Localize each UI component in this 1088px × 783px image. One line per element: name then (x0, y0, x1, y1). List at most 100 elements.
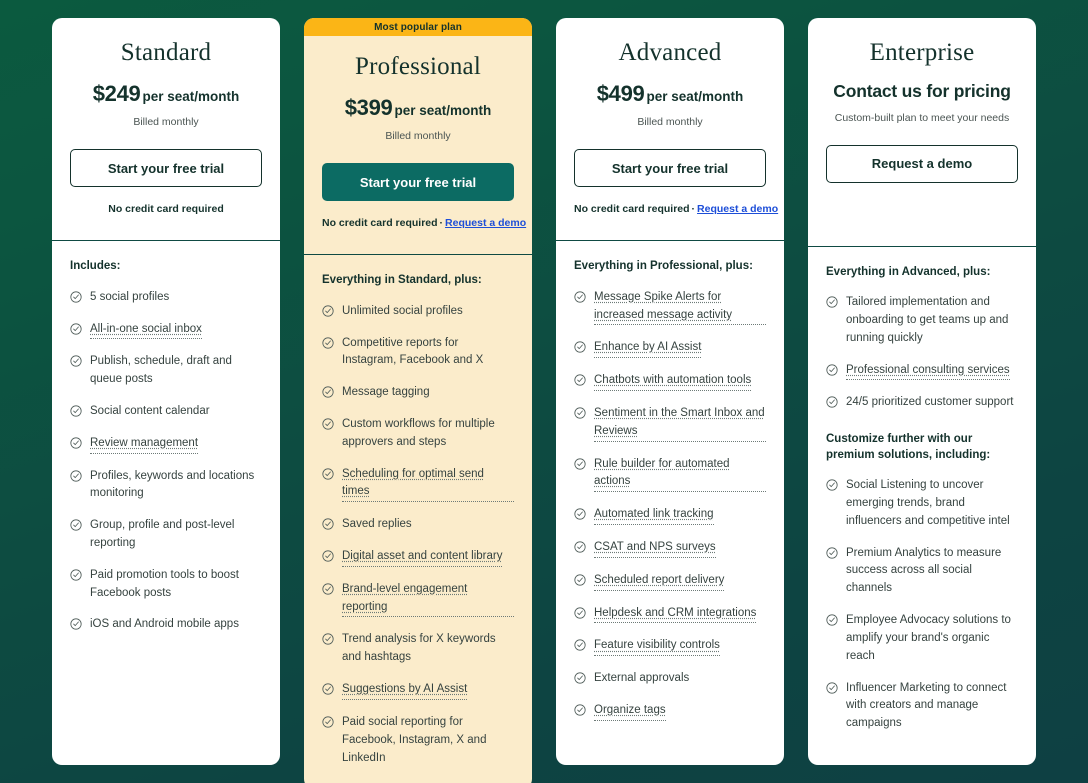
feature-label[interactable]: Review management (90, 435, 198, 454)
header-spacer (556, 215, 784, 240)
cta-wrapper: Start your free trial (322, 163, 514, 201)
feature-label: Competitive reports for Instagram, Faceb… (342, 335, 514, 371)
feature-label[interactable]: Helpdesk and CRM integrations (594, 605, 756, 624)
feature-item: Custom workflows for multiple approvers … (322, 416, 514, 452)
feature-item[interactable]: Brand-level engagement reporting (322, 581, 514, 618)
feature-label: Message tagging (342, 384, 430, 402)
feature-label[interactable]: Organize tags (594, 702, 666, 721)
request-demo-link[interactable]: Request a demo (445, 217, 526, 229)
check-circle-icon (574, 672, 586, 684)
feature-label[interactable]: Feature visibility controls (594, 637, 720, 656)
feature-label[interactable]: Professional consulting services (846, 362, 1010, 381)
check-circle-icon (574, 458, 586, 470)
feature-item: Competitive reports for Instagram, Faceb… (322, 335, 514, 371)
feature-item[interactable]: Chatbots with automation tools (574, 372, 766, 391)
features-section: Everything in Professional, plus: Message… (556, 241, 784, 765)
check-circle-icon (322, 583, 334, 595)
billing-note: Billed monthly (322, 130, 514, 142)
plan-card-standard: Standard $249 per seat/month Billed monthly… (52, 18, 280, 765)
cta-button-enterprise[interactable]: Request a demo (826, 145, 1018, 183)
feature-item[interactable]: Scheduling for optimal send times (322, 466, 514, 503)
feature-label: 5 social profiles (90, 289, 169, 307)
check-circle-icon (322, 716, 334, 728)
feature-label[interactable]: Scheduled report delivery (594, 572, 724, 591)
feature-label[interactable]: Enhance by AI Assist (594, 339, 701, 358)
check-circle-icon (574, 607, 586, 619)
feature-item[interactable]: CSAT and NPS surveys (574, 539, 766, 558)
features-title: Includes: (70, 259, 262, 275)
check-circle-icon (70, 569, 82, 581)
check-circle-icon (322, 418, 334, 430)
feature-item: Group, profile and post-level reporting (70, 517, 262, 553)
feature-item: Social content calendar (70, 403, 262, 421)
plan-name: Advanced (574, 38, 766, 68)
check-circle-icon (322, 305, 334, 317)
footnote-text: No credit card required (108, 203, 224, 215)
check-circle-icon (574, 374, 586, 386)
feature-item[interactable]: Feature visibility controls (574, 637, 766, 656)
feature-label[interactable]: Automated link tracking (594, 506, 714, 525)
feature-label[interactable]: Chatbots with automation tools (594, 372, 751, 391)
plan-card-professional: Most popular plan Professional $399 per sea… (304, 18, 532, 783)
feature-item[interactable]: Scheduled report delivery (574, 572, 766, 591)
feature-item[interactable]: Organize tags (574, 702, 766, 721)
feature-label: Publish, schedule, draft and queue posts (90, 353, 262, 389)
request-demo-link[interactable]: Request a demo (697, 203, 778, 215)
feature-label[interactable]: CSAT and NPS surveys (594, 539, 716, 558)
feature-item[interactable]: Message Spike Alerts for increased messa… (574, 289, 766, 326)
header-spacer (808, 183, 1036, 246)
feature-label[interactable]: Brand-level engagement reporting (342, 581, 514, 618)
check-circle-icon (70, 355, 82, 367)
feature-label: Premium Analytics to measure success acr… (846, 545, 1018, 598)
cta-wrapper: Start your free trial (574, 149, 766, 187)
feature-label: Saved replies (342, 516, 412, 534)
check-circle-icon (826, 479, 838, 491)
feature-item[interactable]: Helpdesk and CRM integrations (574, 605, 766, 624)
plan-price: $499 per seat/month (574, 82, 766, 106)
feature-item[interactable]: Sentiment in the Smart Inbox and Reviews (574, 405, 766, 442)
check-circle-icon (574, 541, 586, 553)
check-circle-icon (826, 296, 838, 308)
feature-label: Unlimited social profiles (342, 303, 463, 321)
feature-label: Tailored implementation and onboarding t… (846, 294, 1018, 347)
feature-label[interactable]: Scheduling for optimal send times (342, 466, 514, 503)
feature-item[interactable]: Review management (70, 435, 262, 454)
plan-price: $399 per seat/month (322, 96, 514, 120)
plan-price: Contact us for pricing (826, 82, 1018, 102)
feature-item[interactable]: Rule builder for automated actions (574, 456, 766, 493)
cta-button-standard[interactable]: Start your free trial (70, 149, 262, 187)
check-circle-icon (322, 683, 334, 695)
features-title: Everything in Professional, plus: (574, 259, 766, 275)
feature-item: Paid social reporting for Facebook, Inst… (322, 714, 514, 767)
check-circle-icon (574, 704, 586, 716)
feature-label: External approvals (594, 670, 689, 688)
feature-label[interactable]: Rule builder for automated actions (594, 456, 766, 493)
feature-label: Paid promotion tools to boost Facebook p… (90, 567, 262, 603)
feature-label[interactable]: All-in-one social inbox (90, 321, 202, 340)
feature-item: Social Listening to uncover emerging tre… (826, 477, 1018, 530)
feature-item[interactable]: Enhance by AI Assist (574, 339, 766, 358)
feature-item: Saved replies (322, 516, 514, 534)
header-spacer (52, 215, 280, 240)
pricing-plans-grid: Standard $249 per seat/month Billed monthly… (52, 18, 1036, 783)
feature-label: Influencer Marketing to connect with cre… (846, 680, 1018, 733)
feature-label[interactable]: Message Spike Alerts for increased messa… (594, 289, 766, 326)
feature-item: Influencer Marketing to connect with cre… (826, 680, 1018, 733)
feature-item[interactable]: All-in-one social inbox (70, 321, 262, 340)
plan-name: Enterprise (826, 38, 1018, 68)
feature-label[interactable]: Sentiment in the Smart Inbox and Reviews (594, 405, 766, 442)
plan-price: $249 per seat/month (70, 82, 262, 106)
feature-label: Trend analysis for X keywords and hashta… (342, 631, 514, 667)
feature-item[interactable]: Professional consulting services (826, 362, 1018, 381)
feature-label[interactable]: Digital asset and content library (342, 548, 502, 567)
check-circle-icon (70, 519, 82, 531)
feature-item[interactable]: Automated link tracking (574, 506, 766, 525)
feature-item[interactable]: Suggestions by AI Assist (322, 681, 514, 700)
plan-header: Enterprise Contact us for pricing Custom-b… (808, 18, 1036, 183)
feature-label: Employee Advocacy solutions to amplify y… (846, 612, 1018, 665)
feature-label[interactable]: Suggestions by AI Assist (342, 681, 467, 700)
feature-item[interactable]: Digital asset and content library (322, 548, 514, 567)
cta-button-professional[interactable]: Start your free trial (322, 163, 514, 201)
cta-button-advanced[interactable]: Start your free trial (574, 149, 766, 187)
price-contact-text: Contact us for pricing (833, 81, 1010, 101)
